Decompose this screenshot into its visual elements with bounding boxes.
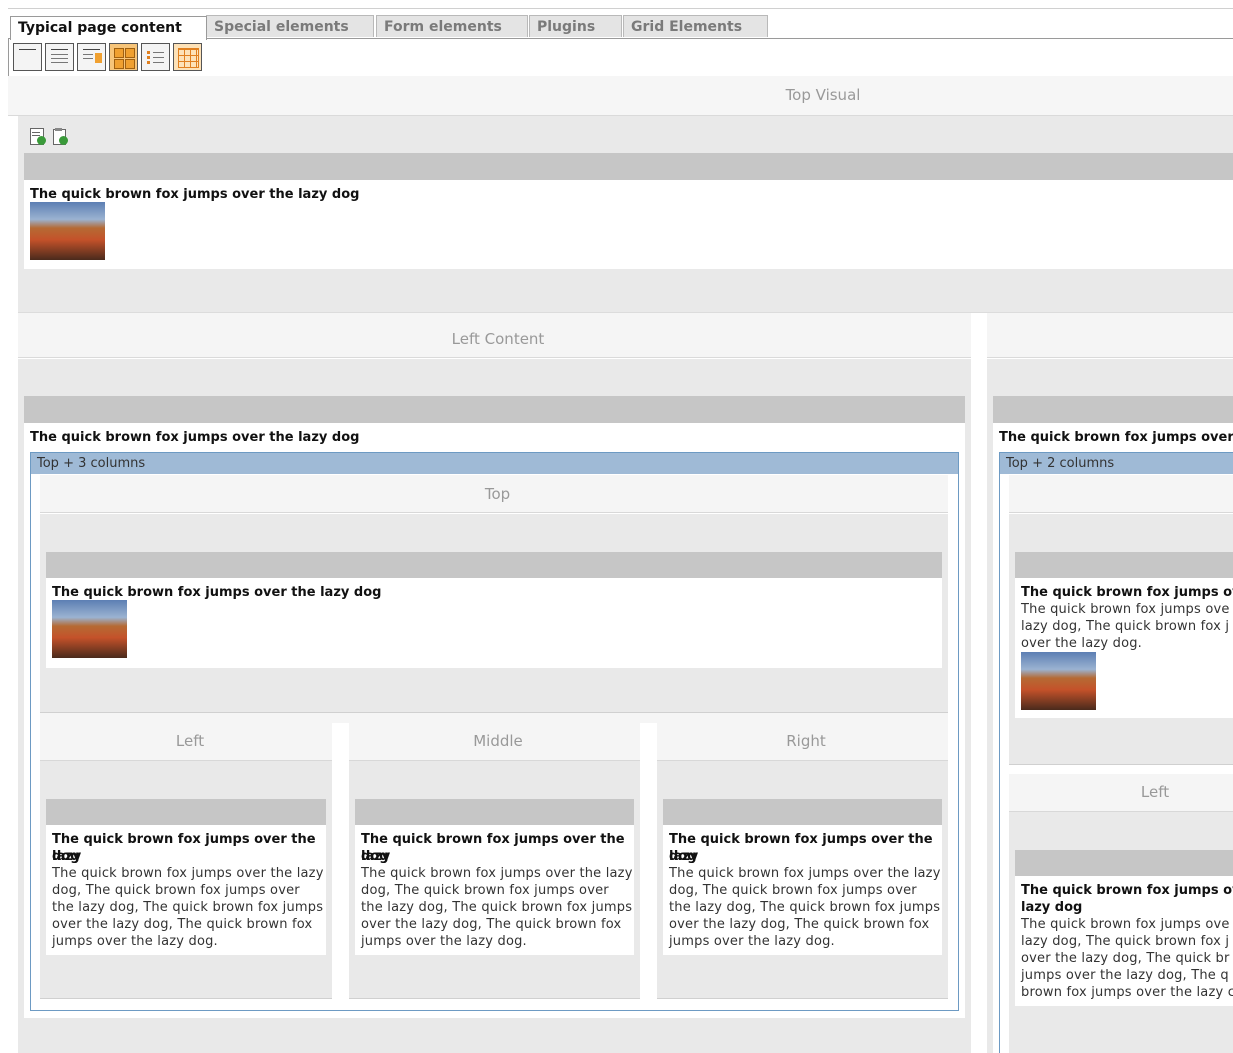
content-element-title-line2: lazy dog xyxy=(1021,900,1083,915)
content-element-text-line: over the lazy dog, The quick br xyxy=(1021,951,1230,966)
tab-form-elements[interactable]: Form elements xyxy=(376,15,528,37)
bullet-list-icon[interactable] xyxy=(141,43,170,71)
column-header-right: Right xyxy=(786,732,826,750)
content-element: The quick brown fox jumps ove The quick … xyxy=(1015,578,1233,718)
content-element-text-line: jumps over the lazy dog. xyxy=(361,934,527,949)
content-element-title-line1: The quick brown fox jumps over the lazy xyxy=(361,832,625,864)
content-element-title-line1: The quick brown fox jumps ove xyxy=(1021,883,1233,898)
new-content-icon[interactable] xyxy=(30,128,47,146)
content-element-text-line: jumps over the lazy dog, The q xyxy=(1021,968,1229,983)
content-element-title-line2: dog xyxy=(52,849,80,864)
content-element-text-line: The quick brown fox jumps ove xyxy=(1021,602,1230,617)
content-element-wizard: Typical page content Special elements Fo… xyxy=(8,8,1233,76)
divider xyxy=(1009,764,1233,765)
content-element-title-line1: The quick brown fox jumps over the lazy xyxy=(669,832,933,864)
content-element-text-line: dog, The quick brown fox jumps over xyxy=(361,883,609,898)
column-header-top-visual: Top Visual xyxy=(785,86,861,104)
content-element-header-bar[interactable] xyxy=(46,552,942,578)
content-element-header-bar[interactable] xyxy=(355,799,634,825)
spacer xyxy=(40,713,948,723)
content-element-header-bar[interactable] xyxy=(1015,552,1233,578)
content-element-title-line1: The quick brown fox jumps over the lazy xyxy=(52,832,316,864)
content-element-text-line: lazy dog, The quick brown fox j xyxy=(1021,619,1230,634)
content-element-header-bar[interactable] xyxy=(1015,850,1233,876)
content-element-text-line: The quick brown fox jumps ove xyxy=(1021,917,1230,932)
tab-typical-page-content[interactable]: Typical page content xyxy=(10,16,207,40)
content-element-text-line: The quick brown fox jumps over the lazy xyxy=(669,866,941,881)
content-element-text-line: over the lazy dog, The quick brown fox xyxy=(361,917,622,932)
content-element-title: The quick brown fox jumps over the lazy … xyxy=(52,585,382,600)
content-element-text-line: The quick brown fox jumps over the lazy xyxy=(52,866,324,881)
content-element-text-line: brown fox jumps over the lazy c xyxy=(1021,985,1233,1000)
grid-type-label: Top + 2 columns xyxy=(1000,453,1233,474)
text-image-right-icon[interactable] xyxy=(77,43,106,71)
content-element-text-line: the lazy dog, The quick brown fox jumps xyxy=(669,900,941,915)
text-icon[interactable] xyxy=(45,43,74,71)
content-element: The quick brown fox jumps over the lazy … xyxy=(46,825,326,955)
column-header-top: Top xyxy=(484,485,511,503)
content-element-header-bar[interactable] xyxy=(24,153,1233,180)
content-element-image xyxy=(1021,652,1096,710)
tab-plugins[interactable]: Plugins xyxy=(529,15,622,37)
column-header-middle: Middle xyxy=(473,732,523,750)
content-element-image xyxy=(52,600,127,658)
grid-column-top xyxy=(1009,475,1233,513)
content-element-text-line: dog, The quick brown fox jumps over xyxy=(52,883,300,898)
content-element: The quick brown fox jumps ove lazy dog T… xyxy=(1015,876,1233,1006)
content-element-text-line: jumps over the lazy dog. xyxy=(52,934,218,949)
content-element-text-line: over the lazy dog, The quick brown fox xyxy=(52,917,313,932)
column-header-left: Left xyxy=(175,732,205,750)
content-element-header-bar[interactable] xyxy=(24,396,965,423)
content-element-header-bar[interactable] xyxy=(46,799,326,825)
content-element-title-line2: dog xyxy=(361,849,389,864)
content-element-text-line: the lazy dog, The quick brown fox jumps xyxy=(52,900,324,915)
images-only-icon[interactable] xyxy=(109,43,138,71)
content-element-text-line: The quick brown fox jumps over the lazy xyxy=(361,866,633,881)
content-element: The quick brown fox jumps over the lazy … xyxy=(46,578,942,668)
content-element-text-line: lazy dog, The quick brown fox j xyxy=(1021,934,1230,949)
paste-content-icon[interactable] xyxy=(52,128,69,146)
content-element-title: The quick brown fox jumps over th xyxy=(999,430,1233,445)
column-header-left-content: Left Content xyxy=(451,330,545,348)
content-element-title: The quick brown fox jumps over the lazy … xyxy=(30,430,360,445)
content-element-image xyxy=(30,202,105,260)
content-element: The quick brown fox jumps over the lazy … xyxy=(24,180,1233,269)
wizard-icon-strip xyxy=(8,38,1233,76)
right-content-column xyxy=(987,313,1233,358)
column-header-left: Left xyxy=(1140,783,1170,801)
header-only-icon[interactable] xyxy=(13,43,42,71)
content-element-header-bar[interactable] xyxy=(663,799,942,825)
content-element: The quick brown fox jumps over the lazy … xyxy=(663,825,942,955)
content-element-title-line2: dog xyxy=(669,849,697,864)
content-element: The quick brown fox jumps over the lazy … xyxy=(355,825,634,955)
content-element-text-line: over the lazy dog. xyxy=(1021,636,1143,651)
tab-grid-elements[interactable]: Grid Elements xyxy=(623,15,768,37)
content-element-text-line: jumps over the lazy dog. xyxy=(669,934,835,949)
content-element-title: The quick brown fox jumps ove xyxy=(1021,585,1233,600)
grid-type-label: Top + 3 columns xyxy=(31,453,958,474)
table-icon[interactable] xyxy=(173,43,202,71)
content-element-text-line: over the lazy dog, The quick brown fox xyxy=(669,917,930,932)
content-element-text-line: the lazy dog, The quick brown fox jumps xyxy=(361,900,633,915)
content-element-header-bar[interactable] xyxy=(993,396,1233,423)
content-element-text-line: dog, The quick brown fox jumps over xyxy=(669,883,917,898)
content-element-title: The quick brown fox jumps over the lazy … xyxy=(30,187,360,202)
tab-special-elements[interactable]: Special elements xyxy=(206,15,374,37)
